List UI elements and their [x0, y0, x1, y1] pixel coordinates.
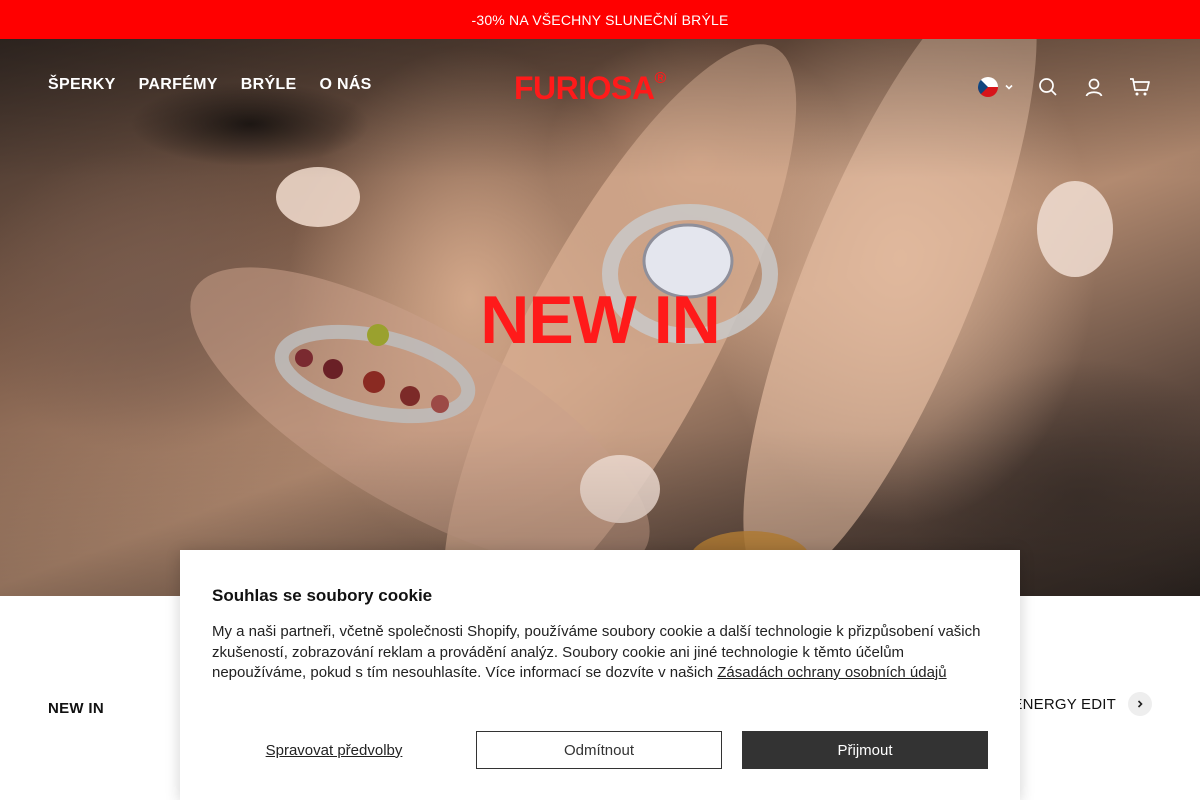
hero-banner[interactable]: NEW IN [0, 39, 1200, 596]
cookie-title: Souhlas se soubory cookie [212, 586, 433, 605]
search-button[interactable] [1036, 75, 1060, 99]
registered-mark: ® [654, 70, 667, 88]
manage-preferences-button[interactable]: Spravovat předvolby [212, 731, 456, 769]
chevron-right-icon [1137, 700, 1143, 708]
privacy-policy-link[interactable]: Zásadách ochrany osobních údajů [717, 664, 946, 681]
czech-flag-icon [978, 77, 998, 97]
announcement-bar: -30% NA VŠECHNY SLUNEČNÍ BRÝLE [0, 0, 1200, 39]
brand-logo[interactable]: FURIOSA® [514, 70, 666, 107]
cookie-consent-dialog: Souhlas se soubory cookie My a naši part… [180, 550, 1020, 800]
country-selector[interactable] [978, 77, 1014, 97]
announcement-text[interactable]: -30% NA VŠECHNY SLUNEČNÍ BRÝLE [471, 12, 728, 28]
decline-button[interactable]: Odmítnout [476, 731, 722, 769]
cart-icon [1130, 78, 1150, 96]
search-icon [1039, 78, 1057, 96]
next-button[interactable] [1128, 692, 1152, 716]
cookie-button-row: Spravovat předvolby Odmítnout Přijmout [212, 731, 988, 769]
accept-button[interactable]: Přijmout [742, 731, 988, 769]
main-navigation: ŠPERKY PARFÉMY BRÝLE O NÁS [48, 76, 372, 94]
collection-tab-energy-edit[interactable]: ENERGY EDIT [1012, 696, 1116, 713]
account-icon [1085, 78, 1103, 97]
section-title: NEW IN [48, 700, 104, 717]
nav-link-about[interactable]: O NÁS [319, 76, 371, 94]
logo-text: FURIOSA [514, 70, 655, 106]
nav-link-glasses[interactable]: BRÝLE [241, 76, 297, 94]
account-button[interactable] [1082, 75, 1106, 99]
header-actions [978, 75, 1152, 99]
hero-title[interactable]: NEW IN [0, 281, 1200, 359]
cart-button[interactable] [1128, 75, 1152, 99]
cookie-description: My a naši partneři, včetně společnosti S… [212, 622, 988, 684]
nav-link-perfumes[interactable]: PARFÉMY [139, 76, 218, 94]
nav-link-jewelry[interactable]: ŠPERKY [48, 76, 116, 94]
chevron-down-icon [1005, 84, 1013, 90]
